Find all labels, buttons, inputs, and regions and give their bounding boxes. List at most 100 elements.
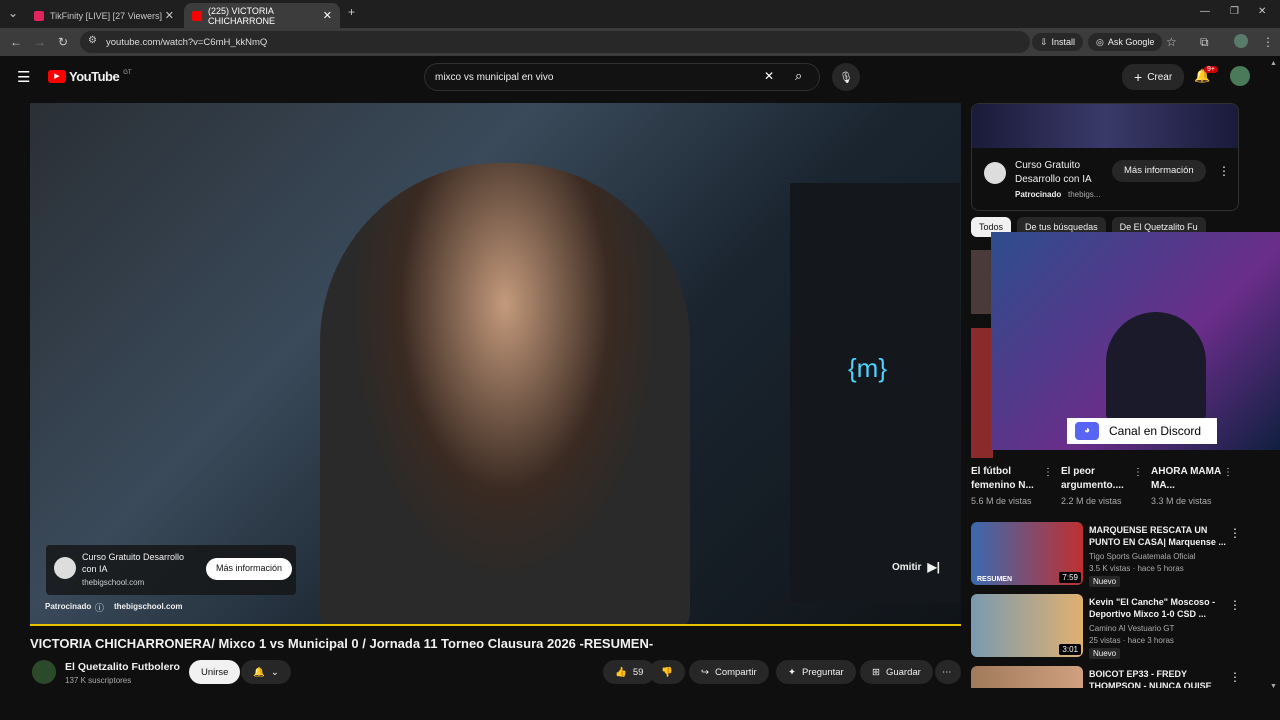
- channel-name: Camino Al Vestuario GT: [1089, 624, 1175, 633]
- new-tab-icon[interactable]: +: [348, 5, 355, 19]
- thumb-label: RESUMEN: [977, 576, 1013, 583]
- sidebar-ad-more-info-button[interactable]: Más información: [1112, 160, 1206, 182]
- ask-google-button[interactable]: ◎ Ask Google: [1088, 33, 1163, 51]
- share-button[interactable]: ↪ Compartir: [689, 660, 769, 684]
- create-button[interactable]: + Crear: [1122, 64, 1185, 90]
- install-button[interactable]: ⇩ Install: [1032, 33, 1084, 51]
- discord-label: Canal en Discord: [1109, 424, 1202, 438]
- install-icon: ⇩: [1040, 36, 1048, 47]
- save-icon: ⊞: [872, 666, 880, 678]
- scroll-down-icon[interactable]: ▼: [1270, 683, 1277, 690]
- related-video[interactable]: 3:01 Kevin "El Canche" Moscoso - Deporti…: [971, 594, 1261, 660]
- thumbs-up-icon: 👍: [615, 666, 627, 678]
- short-menu-icon[interactable]: ⋮: [1223, 467, 1233, 478]
- tab-title: (225) VICTORIA CHICHARRONE: [208, 5, 276, 26]
- short-title: AHORA MAMA MA...: [1151, 466, 1221, 491]
- short-item[interactable]: AHORA MAMA MA... 3.3 M de vistas ⋮: [1151, 465, 1233, 506]
- close-tab-icon[interactable]: ✕: [323, 9, 332, 22]
- short-views: 2.2 M de vistas: [1061, 496, 1122, 506]
- voice-search-button[interactable]: 🎙: [832, 63, 860, 91]
- discord-icon: ◕: [1075, 422, 1099, 440]
- forward-icon[interactable]: →: [34, 35, 46, 49]
- short-item[interactable]: El peor argumento.... 2.2 M de vistas ⋮: [1061, 465, 1143, 506]
- back-icon[interactable]: ←: [10, 35, 22, 49]
- related-video[interactable]: BOICOT EP33 - FREDY THOMPSON - NUNCA QUI…: [971, 666, 1261, 688]
- tab-tikfinity[interactable]: TikFinity [LIVE] [27 Viewers] ✕: [26, 3, 182, 28]
- search-input[interactable]: mixco vs municipal en vivo: [424, 63, 820, 91]
- chevron-down-icon: ⌄: [270, 666, 279, 678]
- more-icon: ⋯: [942, 666, 952, 678]
- short-thumbnail[interactable]: [971, 250, 993, 314]
- tab-youtube[interactable]: (225) VICTORIA CHICHARRONE ✕: [184, 3, 340, 28]
- video-menu-icon[interactable]: ⋮: [1229, 598, 1241, 612]
- monitor-logo: {m}: [848, 353, 888, 383]
- close-tab-icon[interactable]: ✕: [165, 9, 174, 22]
- like-count: 59: [632, 666, 644, 678]
- minimize-icon[interactable]: —: [1200, 6, 1210, 17]
- short-item[interactable]: El fútbol femenino N... 5.6 M de vistas …: [971, 465, 1053, 506]
- subscription-bell-button[interactable]: 🔔 ⌄: [241, 660, 291, 684]
- video-ad-card[interactable]: Curso Gratuito Desarrollo con IA thebigs…: [46, 545, 296, 595]
- close-window-icon[interactable]: ✕: [1258, 6, 1266, 17]
- logo-text: YouTube: [69, 69, 120, 84]
- tab-search-icon[interactable]: ⌄: [8, 6, 18, 20]
- sidebar-ad-domain: thebigs...: [1068, 190, 1101, 199]
- browser-menu-icon[interactable]: ⋮: [1262, 35, 1274, 49]
- advertiser-avatar: [54, 557, 76, 579]
- channel-avatar[interactable]: [32, 660, 56, 684]
- ask-label: Preguntar: [801, 666, 844, 678]
- video-meta: 3.5 K vistas · hace 5 horas: [1089, 564, 1184, 573]
- ask-google-label: Ask Google: [1107, 37, 1155, 47]
- short-thumbnail[interactable]: [971, 328, 993, 458]
- plus-icon: +: [1134, 69, 1143, 85]
- clear-search-icon[interactable]: ✕: [764, 69, 774, 83]
- sidebar-ad-banner: [972, 104, 1238, 148]
- address-bar[interactable]: ⚙ youtube.com/watch?v=C6mH_kkNmQ: [80, 31, 1030, 53]
- skip-label: Omitir: [892, 561, 922, 573]
- short-title: El peor argumento....: [1061, 466, 1124, 491]
- more-actions-button[interactable]: ⋯: [935, 660, 961, 684]
- sidebar-ad-card[interactable]: Curso Gratuito Desarrollo con IA Patroci…: [971, 103, 1239, 211]
- site-info-icon[interactable]: ⚙: [88, 35, 97, 46]
- scroll-up-icon[interactable]: ▲: [1270, 60, 1277, 67]
- like-button[interactable]: 👍 59: [603, 660, 656, 684]
- reload-icon[interactable]: ↻: [58, 35, 68, 49]
- page-scrollbar[interactable]: ▲ ▼: [1270, 60, 1278, 690]
- new-badge: Nuevo: [1089, 648, 1121, 659]
- info-icon[interactable]: ⓘ: [95, 601, 104, 614]
- skip-ad-button[interactable]: Omitir ▶|: [892, 560, 940, 574]
- search-icon[interactable]: ⌕: [795, 68, 802, 84]
- dislike-button[interactable]: 👎: [649, 660, 685, 684]
- video-frame-presenter: [320, 163, 690, 626]
- ad-more-info-button[interactable]: Más información: [206, 558, 293, 580]
- sponsor-domain-link[interactable]: thebigschool.com: [114, 602, 182, 611]
- youtube-header: ☰ ▶ YouTube GT mixco vs municipal en viv…: [0, 56, 1280, 98]
- video-title: VICTORIA CHICHARRONERA/ Mixco 1 vs Munic…: [30, 636, 654, 651]
- video-title: Kevin "El Canche" Moscoso - Deportivo Mi…: [1089, 597, 1216, 619]
- discord-banner: ◕ Canal en Discord: [1067, 418, 1217, 444]
- ad-title: Curso Gratuito Desarrollo con IA: [82, 552, 185, 574]
- avatar[interactable]: [1230, 66, 1250, 86]
- sidebar-ad-menu-icon[interactable]: ⋮: [1218, 164, 1230, 178]
- video-menu-icon[interactable]: ⋮: [1229, 670, 1241, 684]
- hamburger-menu-icon[interactable]: ☰: [17, 68, 30, 86]
- video-menu-icon[interactable]: ⋮: [1229, 526, 1241, 540]
- related-video[interactable]: RESUMEN 7:59 MARQUENSE RESCATA UN PUNTO …: [971, 522, 1261, 588]
- profile-avatar[interactable]: [1234, 34, 1248, 48]
- join-button[interactable]: Unirse: [189, 660, 241, 684]
- new-badge: Nuevo: [1089, 576, 1121, 587]
- share-label: Compartir: [714, 666, 757, 678]
- youtube-logo[interactable]: ▶ YouTube GT: [48, 69, 132, 84]
- youtube-favicon-icon: [192, 10, 202, 21]
- streamer-figure: [1106, 312, 1206, 422]
- ask-button[interactable]: ✦ Preguntar: [776, 660, 856, 684]
- save-button[interactable]: ⊞ Guardar: [860, 660, 933, 684]
- tab-title: TikFinity [LIVE] [27 Viewers]: [50, 10, 163, 21]
- restore-icon[interactable]: ❐: [1230, 6, 1239, 17]
- channel-name[interactable]: El Quetzalito Futbolero: [65, 661, 180, 673]
- extensions-icon[interactable]: ⧉: [1200, 35, 1209, 50]
- short-menu-icon[interactable]: ⋮: [1133, 467, 1143, 478]
- short-menu-icon[interactable]: ⋮: [1043, 467, 1053, 478]
- thumbs-down-icon: 👎: [661, 666, 673, 678]
- bookmark-star-icon[interactable]: ☆: [1166, 35, 1177, 49]
